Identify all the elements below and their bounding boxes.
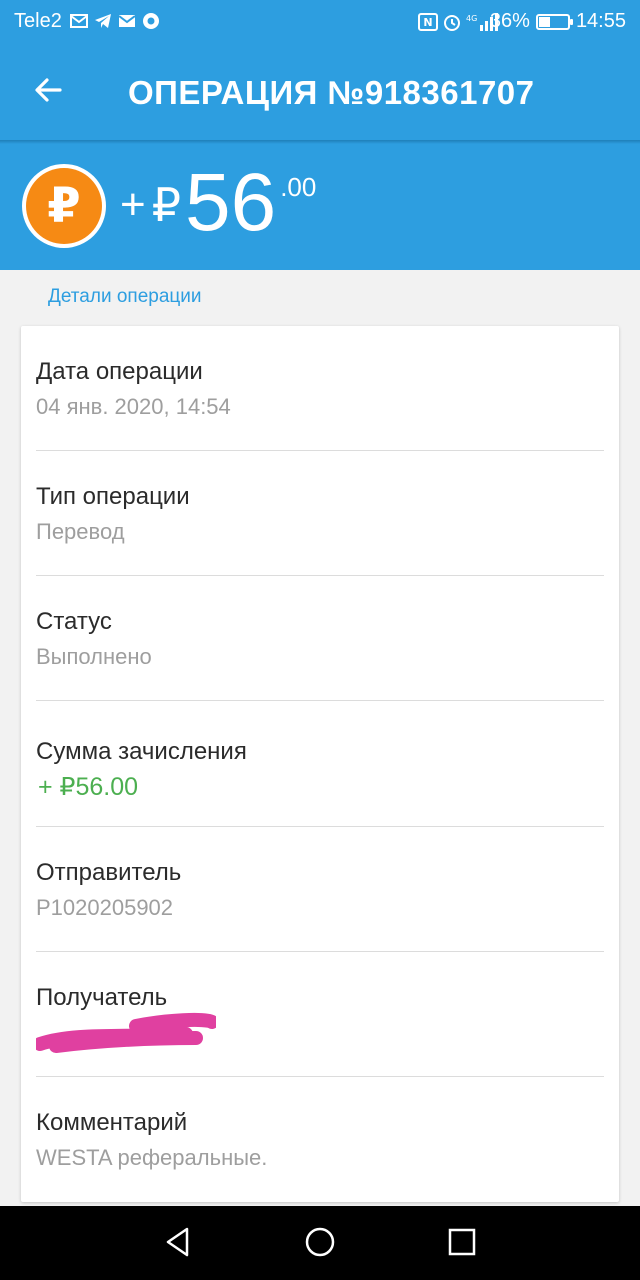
coin-symbol: ₽ [26, 168, 102, 244]
chrome-icon [142, 12, 160, 30]
amount-sign: + [120, 180, 146, 229]
back-button[interactable] [26, 70, 70, 114]
mail-icon [70, 12, 88, 30]
amount-integer: 56 [184, 157, 277, 248]
detail-label: Тип операции [36, 483, 190, 510]
detail-value: WESTA реферальные. [36, 1145, 268, 1170]
nav-home-button[interactable] [298, 1222, 342, 1266]
recents-square-icon [447, 1227, 477, 1262]
nav-recents-button[interactable] [440, 1222, 484, 1266]
page-title: ОПЕРАЦИЯ №918361707 [128, 74, 535, 111]
clock: 14:55 [575, 10, 626, 32]
details-card: Дата операции 04 янв. 2020, 14:54 Тип оп… [21, 326, 619, 1202]
battery-icon [535, 13, 573, 30]
ruble-coin-icon: ₽ [22, 164, 106, 248]
telegram-icon [94, 12, 112, 30]
detail-row-recipient: Получатель [36, 952, 604, 1077]
status-bar: Tele2 N 4G 36% 14:55 [0, 0, 640, 44]
detail-value: 04 янв. 2020, 14:54 [36, 394, 231, 419]
home-circle-icon [304, 1226, 336, 1263]
detail-label: Сумма зачисления [36, 738, 247, 765]
detail-row-status: Статус Выполнено [36, 576, 604, 701]
detail-row-date: Дата операции 04 янв. 2020, 14:54 [36, 326, 604, 451]
detail-value: Выполнено [36, 644, 152, 669]
signal-4g-icon: 4G [466, 12, 498, 31]
operation-amount: + ₽ 56 .00 [120, 158, 316, 248]
arrow-left-icon [32, 74, 64, 111]
system-nav-bar [0, 1206, 640, 1280]
carrier-name: Tele2 [14, 10, 62, 32]
detail-label: Отправитель [36, 859, 182, 886]
nfc-icon: N [417, 12, 438, 31]
detail-value: Перевод [36, 519, 125, 544]
battery-percent: 36% [489, 10, 530, 32]
detail-label: Комментарий [36, 1109, 188, 1136]
detail-value: P1020205902 [36, 895, 174, 920]
detail-row-credit-amount: Сумма зачисления + ₽56.00 [36, 702, 604, 827]
amount-currency: ₽ [151, 179, 181, 231]
svg-text:4G: 4G [466, 14, 477, 23]
alarm-icon [442, 13, 460, 31]
section-title: Детали операции [48, 286, 202, 307]
svg-text:N: N [423, 16, 432, 29]
amount-header: ₽ + ₽ 56 .00 [0, 144, 640, 270]
system-status: N 4G 36% 14:55 [417, 10, 626, 33]
app-bar: ОПЕРАЦИЯ №918361707 [0, 44, 640, 140]
detail-value-amount: + ₽56.00 [38, 773, 139, 801]
detail-row-type: Тип операции Перевод [36, 451, 604, 576]
detail-row-comment: Комментарий WESTA реферальные. [36, 1077, 604, 1202]
mail-icon [118, 12, 136, 30]
nav-back-button[interactable] [156, 1222, 200, 1266]
detail-row-sender: Отправитель P1020205902 [36, 827, 604, 952]
detail-label: Статус [36, 608, 112, 635]
detail-label: Дата операции [36, 358, 203, 385]
notification-icons [70, 12, 160, 30]
amount-decimal: .00 [280, 172, 317, 202]
redaction-scribble [36, 1012, 216, 1053]
back-triangle-icon [163, 1226, 193, 1263]
